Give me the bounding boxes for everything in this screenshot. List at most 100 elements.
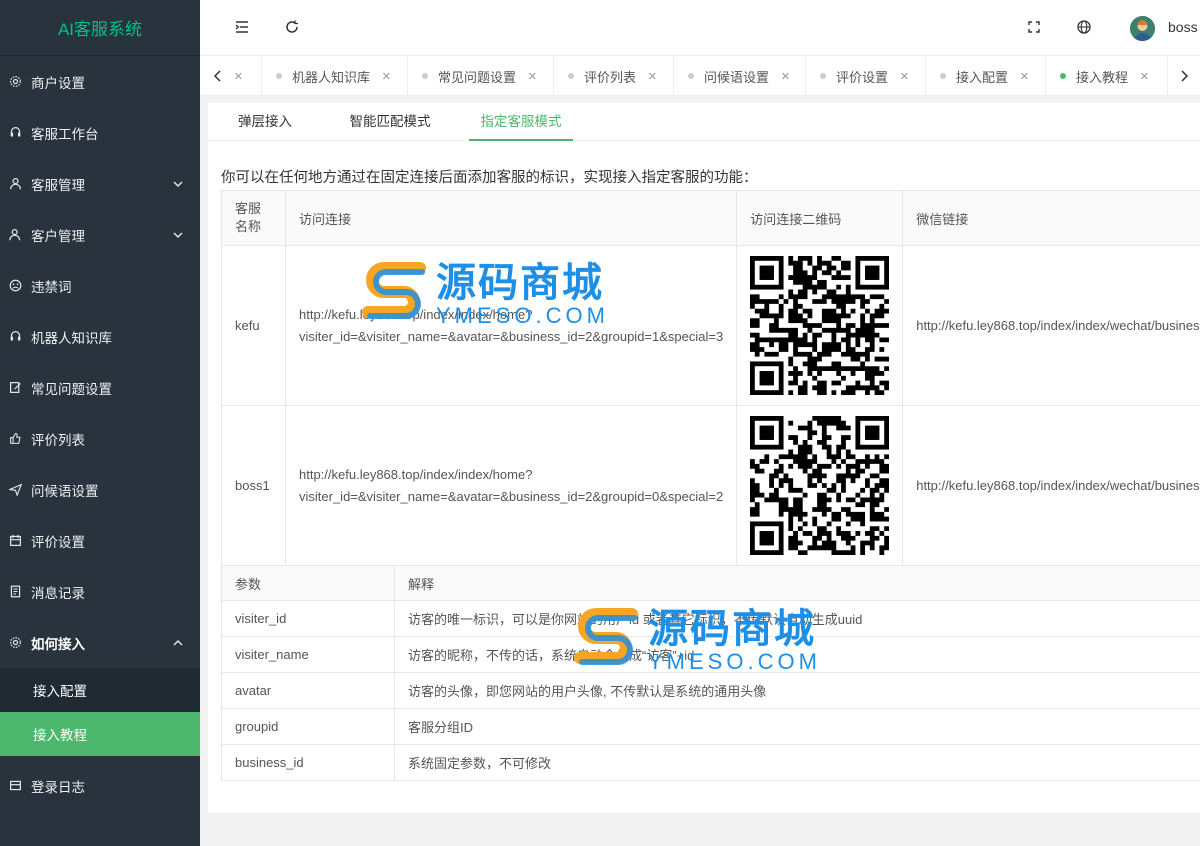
tab-smart-match-mode[interactable]: 智能匹配模式 bbox=[342, 103, 438, 141]
top-header: boss bbox=[200, 0, 1200, 56]
access-link-line1: http://kefu.ley868.top/index/index/home? bbox=[299, 466, 533, 482]
sidebar-item-review-settings[interactable]: 评价设置 bbox=[0, 515, 200, 566]
tab-status-dot bbox=[276, 73, 282, 79]
close-icon[interactable]: × bbox=[781, 68, 790, 85]
close-icon[interactable]: × bbox=[1020, 68, 1029, 85]
wechat-link[interactable]: http://kefu.ley868.top/index/index/wecha… bbox=[902, 405, 1200, 566]
tabs-scroll-right[interactable] bbox=[1168, 56, 1200, 96]
sidebar-item-label: 评价设置 bbox=[31, 534, 85, 550]
sidebar-item-agent-workbench[interactable]: 客服工作台 bbox=[0, 107, 200, 158]
app-logo-title: AI客服系统 bbox=[0, 0, 200, 56]
tab-robot-knowledge[interactable]: 机器人知识库 × bbox=[262, 56, 408, 96]
tab-status-dot bbox=[1060, 73, 1066, 79]
param-name: avatar bbox=[221, 672, 395, 709]
col-qr-code: 访问连接二维码 bbox=[736, 190, 904, 246]
tab-greeting-settings[interactable]: 问候语设置 × bbox=[674, 56, 806, 96]
sidebar-item-review-list[interactable]: 评价列表 bbox=[0, 413, 200, 464]
tab-popup-integration[interactable]: 弹层接入 bbox=[230, 103, 300, 141]
chevron-down-icon bbox=[173, 180, 183, 187]
tab-integration-tutorial[interactable]: 接入教程 × bbox=[1046, 56, 1168, 96]
wechat-link[interactable]: http://kefu.ley868.top/index/index/wecha… bbox=[902, 245, 1200, 406]
tab-designated-agent-mode[interactable]: 指定客服模式 bbox=[469, 103, 573, 141]
document-icon bbox=[8, 585, 22, 599]
sidebar-item-label: 客户管理 bbox=[31, 228, 85, 244]
sidebar-item-how-to-integrate[interactable]: 如何接入 bbox=[0, 617, 200, 668]
close-icon[interactable]: × bbox=[382, 68, 391, 85]
sidebar-item-faq-settings[interactable]: 常见问题设置 bbox=[0, 362, 200, 413]
close-icon[interactable]: × bbox=[900, 68, 909, 85]
tab-integration-config[interactable]: 接入配置 × bbox=[926, 56, 1046, 96]
thumb-up-icon bbox=[8, 432, 22, 446]
sidebar-item-login-log[interactable]: 登录日志 bbox=[0, 760, 200, 811]
close-icon[interactable]: × bbox=[528, 68, 537, 85]
tab-status-dot bbox=[940, 73, 946, 79]
qr-code-cell bbox=[736, 245, 904, 406]
page-footer bbox=[208, 813, 1200, 846]
sidebar-item-label: 客服工作台 bbox=[31, 126, 99, 142]
close-icon[interactable]: × bbox=[1140, 68, 1149, 85]
tab-faq-settings[interactable]: 常见问题设置 × bbox=[408, 56, 554, 96]
tab-label: 接入配置 bbox=[956, 69, 1009, 85]
close-icon[interactable]: × bbox=[234, 68, 243, 85]
edit-icon bbox=[8, 381, 22, 395]
tab-label: 接入教程 bbox=[1076, 69, 1129, 85]
refresh-icon[interactable] bbox=[284, 19, 300, 35]
col-param: 参数 bbox=[221, 565, 395, 601]
table-header-row: 参数 解释 bbox=[221, 565, 1200, 601]
sidebar-item-label: 商户设置 bbox=[31, 75, 85, 91]
agent-name: boss1 bbox=[221, 405, 286, 566]
chevron-up-icon bbox=[173, 639, 183, 646]
fullscreen-icon[interactable] bbox=[1026, 19, 1042, 35]
avatar[interactable] bbox=[1130, 16, 1155, 41]
param-desc: 访客的昵称，不传的话，系统自动会生成“访客”+id bbox=[394, 636, 1200, 673]
table-row: boss1 http://kefu.ley868.top/index/index… bbox=[221, 405, 1200, 566]
tab-review-settings[interactable]: 评价设置 × bbox=[806, 56, 926, 96]
access-link-line2: visiter_id=&visiter_name=&avatar=&busine… bbox=[299, 328, 724, 344]
table-row: groupid 客服分组ID bbox=[221, 708, 1200, 745]
sidebar: AI客服系统 商户设置 客服工作台 客服管理 客户管理 违禁词 机器人知识库 常… bbox=[0, 0, 200, 846]
table-header-row: 客服名称 访问连接 访问连接二维码 微信链接 bbox=[221, 190, 1200, 246]
param-desc: 访客的唯一标识，可以是你网站的用户id 或者其它标识，不传默认自动生成uuid bbox=[394, 600, 1200, 637]
sidebar-item-robot-knowledge[interactable]: 机器人知识库 bbox=[0, 311, 200, 362]
param-desc: 访客的头像，即您网站的用户头像, 不传默认是系统的通用头像 bbox=[394, 672, 1200, 709]
chevron-left-icon bbox=[213, 70, 221, 82]
sidebar-item-label: 常见问题设置 bbox=[31, 381, 112, 397]
log-icon bbox=[8, 779, 22, 793]
param-name: visiter_id bbox=[221, 600, 395, 637]
agent-name: kefu bbox=[221, 245, 286, 406]
table-row: visiter_name 访客的昵称，不传的话，系统自动会生成“访客”+id bbox=[221, 636, 1200, 673]
sidebar-item-label: 违禁词 bbox=[31, 279, 72, 295]
sidebar-subitem-integration-config[interactable]: 接入配置 bbox=[0, 668, 200, 712]
sidebar-item-label: 消息记录 bbox=[31, 585, 85, 601]
tab-review-list[interactable]: 评价列表 × bbox=[554, 56, 674, 96]
main-content: 弹层接入 智能匹配模式 指定客服模式 你可以在任何地方通过在固定连接后面添加客服… bbox=[208, 103, 1200, 813]
close-icon[interactable]: × bbox=[648, 68, 657, 85]
sidebar-subitem-integration-tutorial[interactable]: 接入教程 bbox=[0, 712, 200, 756]
globe-icon[interactable] bbox=[1076, 19, 1092, 35]
chevron-down-icon bbox=[173, 231, 183, 238]
sidebar-item-label: 客服管理 bbox=[31, 177, 85, 193]
users-icon bbox=[8, 228, 22, 242]
gear-icon bbox=[8, 75, 22, 89]
table-row: avatar 访客的头像，即您网站的用户头像, 不传默认是系统的通用头像 bbox=[221, 672, 1200, 709]
col-description: 解释 bbox=[394, 565, 1200, 601]
tab-label: 常见问题设置 bbox=[438, 69, 517, 85]
user-name[interactable]: boss bbox=[1168, 19, 1198, 35]
sidebar-item-message-log[interactable]: 消息记录 bbox=[0, 566, 200, 617]
sidebar-item-customer-management[interactable]: 客户管理 bbox=[0, 209, 200, 260]
sidebar-item-banned-words[interactable]: 违禁词 bbox=[0, 260, 200, 311]
sidebar-item-agent-management[interactable]: 客服管理 bbox=[0, 158, 200, 209]
sidebar-item-label: 问候语设置 bbox=[31, 483, 99, 499]
tab-status-dot bbox=[422, 73, 428, 79]
tab-status-dot bbox=[688, 73, 694, 79]
access-link-cell[interactable]: http://kefu.ley868.top/index/index/home?… bbox=[284, 405, 738, 566]
menu-toggle-icon[interactable] bbox=[234, 19, 250, 35]
user-icon bbox=[8, 177, 22, 191]
access-link-cell[interactable]: http://kefu.ley868.top/index/index/home?… bbox=[284, 245, 738, 406]
tab-status-dot bbox=[820, 73, 826, 79]
sidebar-item-merchant-settings[interactable]: 商户设置 bbox=[0, 56, 200, 107]
send-icon bbox=[8, 483, 22, 497]
sidebar-item-greeting-settings[interactable]: 问候语设置 bbox=[0, 464, 200, 515]
tab-home[interactable]: × bbox=[230, 56, 262, 96]
access-link-line2: visiter_id=&visiter_name=&avatar=&busine… bbox=[299, 488, 724, 504]
